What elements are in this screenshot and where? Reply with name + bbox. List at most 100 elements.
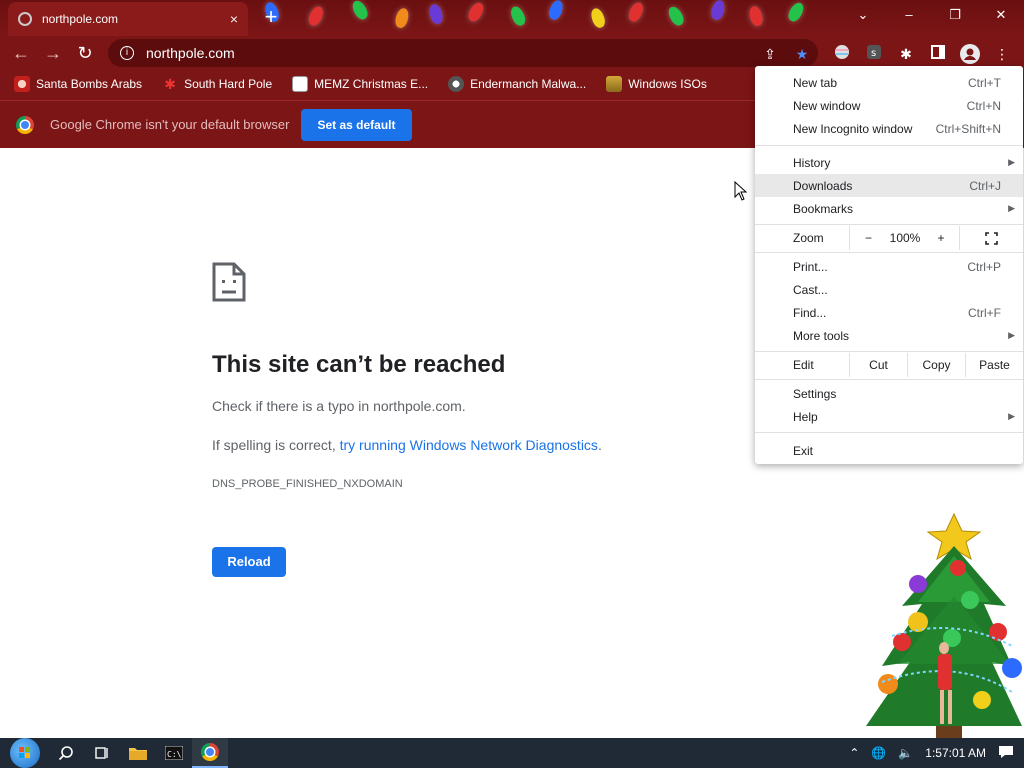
tab-northpole[interactable]: northpole.com × xyxy=(8,2,248,36)
snowflake-icon: ✱ xyxy=(164,76,176,92)
svg-text:s: s xyxy=(871,48,876,59)
chevron-up-icon[interactable]: ⌃ xyxy=(849,746,859,760)
diagnostics-suffix: . xyxy=(597,437,602,453)
system-tray: ⌃ 🌐 🔈 1:57:01 AM xyxy=(849,745,1024,762)
address-bar[interactable]: i northpole.com xyxy=(108,39,818,67)
menu-separator xyxy=(755,351,1023,352)
error-code: DNS_PROBE_FINISHED_NXDOMAIN xyxy=(212,478,403,490)
restore-button[interactable]: ❐ xyxy=(932,0,978,30)
menu-item-print[interactable]: Print... Ctrl+P xyxy=(755,255,1023,278)
windows-taskbar: C:\ ⌃ 🌐 🔈 1:57:01 AM xyxy=(0,738,1024,768)
forward-arrow-icon[interactable]: → xyxy=(40,40,66,66)
menu-item-exit[interactable]: Exit xyxy=(755,439,1023,462)
menu-item-help[interactable]: Help ▶ xyxy=(755,405,1023,428)
bookmark-item[interactable]: Windows ISOs xyxy=(606,76,707,92)
menu-item-incognito[interactable]: New Incognito window Ctrl+Shift+N xyxy=(755,117,1023,140)
submenu-arrow-icon: ▶ xyxy=(1008,330,1015,340)
bookmark-item[interactable]: ✱ South Hard Pole xyxy=(162,76,272,92)
raccoon-icon xyxy=(448,76,465,92)
menu-separator xyxy=(755,224,1023,225)
bookmark-label: MEMZ Christmas E... xyxy=(314,77,429,91)
error-diagnostics-hint: If spelling is correct, try running Wind… xyxy=(212,437,602,453)
bookmark-item[interactable]: Endermanch Malwa... xyxy=(448,76,586,92)
submenu-arrow-icon: ▶ xyxy=(1008,203,1015,213)
menu-item-bookmarks[interactable]: Bookmarks ▶ xyxy=(755,197,1023,220)
menu-separator xyxy=(755,252,1023,253)
menu-kebab-icon[interactable]: ⋮ xyxy=(992,44,1012,64)
christmas-tree-decoration xyxy=(866,512,1022,740)
tab-title: northpole.com xyxy=(42,12,119,26)
sad-document-icon xyxy=(212,262,246,302)
notifications-icon[interactable] xyxy=(998,745,1014,762)
side-panel-icon[interactable] xyxy=(928,44,948,64)
profile-avatar-icon[interactable] xyxy=(960,44,980,64)
svg-text:C:\: C:\ xyxy=(167,750,182,759)
extension-flag-icon[interactable] xyxy=(832,44,852,64)
menu-edit-row: Edit Cut Copy Paste xyxy=(755,353,1023,377)
fullscreen-icon[interactable] xyxy=(959,226,1023,250)
start-button[interactable] xyxy=(10,738,40,768)
reload-button[interactable]: Reload xyxy=(212,547,286,577)
command-prompt-icon[interactable]: C:\ xyxy=(156,738,192,768)
chrome-logo-icon xyxy=(201,743,219,761)
bookmark-star-icon[interactable]: ★ xyxy=(792,44,812,64)
task-view-icon[interactable] xyxy=(84,738,120,768)
chrome-main-menu: New tab Ctrl+T New window Ctrl+N New Inc… xyxy=(755,66,1023,464)
menu-item-new-window[interactable]: New window Ctrl+N xyxy=(755,94,1023,117)
zoom-in-button[interactable]: + xyxy=(923,231,959,245)
reload-icon[interactable]: ↻ xyxy=(72,40,98,66)
menu-item-new-tab[interactable]: New tab Ctrl+T xyxy=(755,71,1023,94)
cut-button[interactable]: Cut xyxy=(849,353,907,377)
extension-s-icon[interactable]: s xyxy=(864,44,884,64)
bookmark-label: South Hard Pole xyxy=(184,77,273,91)
bookmark-label: Windows ISOs xyxy=(628,77,707,91)
close-window-button[interactable]: ✕ xyxy=(978,0,1024,30)
file-explorer-icon[interactable] xyxy=(120,738,156,768)
extensions-puzzle-icon[interactable]: ✱ xyxy=(896,44,916,64)
bookmark-item[interactable]: Santa Bombs Arabs xyxy=(14,76,142,92)
minimize-button[interactable]: – xyxy=(886,0,932,30)
toolbar: ← → ↻ i northpole.com ⇪ ★ s ✱ ⋮ xyxy=(0,36,1024,70)
address-url[interactable]: northpole.com xyxy=(146,45,235,61)
menu-separator xyxy=(755,379,1023,380)
zoom-out-button[interactable]: − xyxy=(849,226,887,250)
menu-item-history[interactable]: History ▶ xyxy=(755,151,1023,174)
network-diagnostics-link[interactable]: try running Windows Network Diagnostics xyxy=(340,437,598,453)
menu-zoom-row: Zoom − 100% + xyxy=(755,226,1023,250)
bookmark-item[interactable]: MEMZ Christmas E... xyxy=(292,76,428,92)
site-info-icon[interactable]: i xyxy=(120,46,134,60)
chrome-logo-icon xyxy=(16,115,34,134)
tab-search-button[interactable]: ⌄ xyxy=(840,0,886,30)
error-title: This site can’t be reached xyxy=(212,351,506,378)
menu-item-downloads[interactable]: Downloads Ctrl+J xyxy=(755,174,1023,197)
error-typo-hint: Check if there is a typo in northpole.co… xyxy=(212,398,466,414)
globe-icon xyxy=(18,12,32,26)
memz-icon xyxy=(292,76,309,92)
christmas-lights-decoration xyxy=(250,0,850,36)
set-as-default-button[interactable]: Set as default xyxy=(301,108,412,141)
zoom-label: Zoom xyxy=(793,231,824,245)
menu-item-cast[interactable]: Cast... xyxy=(755,278,1023,301)
close-tab-icon[interactable]: × xyxy=(230,11,238,27)
submenu-arrow-icon: ▶ xyxy=(1008,157,1015,167)
volume-icon[interactable]: 🔈 xyxy=(898,746,913,760)
menu-item-more-tools[interactable]: More tools ▶ xyxy=(755,324,1023,347)
back-arrow-icon[interactable]: ← xyxy=(8,40,34,66)
edit-label: Edit xyxy=(793,358,814,372)
paste-button[interactable]: Paste xyxy=(965,353,1023,377)
menu-item-settings[interactable]: Settings xyxy=(755,382,1023,405)
globe-network-icon[interactable]: 🌐 xyxy=(871,746,886,760)
bookmark-label: Santa Bombs Arabs xyxy=(36,77,143,91)
search-icon[interactable] xyxy=(48,738,84,768)
share-icon[interactable]: ⇪ xyxy=(760,44,780,64)
new-tab-button[interactable]: + xyxy=(258,4,284,30)
copy-button[interactable]: Copy xyxy=(907,353,965,377)
chrome-taskbar-icon[interactable] xyxy=(192,738,228,768)
tab-strip: northpole.com × + ⌄ – ❐ ✕ xyxy=(0,0,1024,36)
mouse-cursor-icon xyxy=(734,181,748,201)
taskbar-clock[interactable]: 1:57:01 AM xyxy=(925,746,986,760)
menu-separator xyxy=(755,145,1023,146)
submenu-arrow-icon: ▶ xyxy=(1008,411,1015,421)
santa-icon xyxy=(14,76,30,92)
menu-item-find[interactable]: Find... Ctrl+F xyxy=(755,301,1023,324)
